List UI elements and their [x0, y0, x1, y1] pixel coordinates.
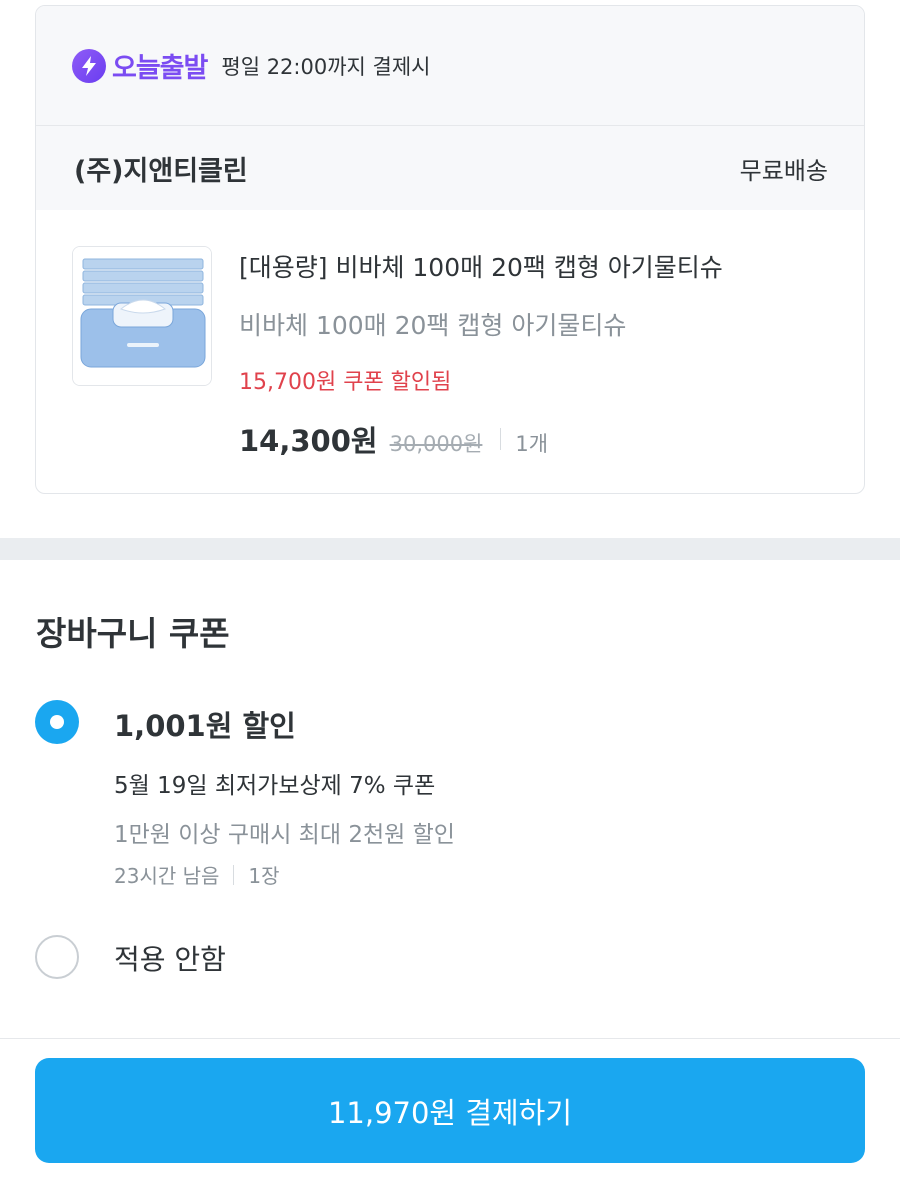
coupon-radio-selected[interactable] — [35, 700, 79, 744]
product-thumbnail[interactable] — [72, 246, 212, 386]
product-item[interactable]: [대용량] 비바체 100매 20팩 캡형 아기물티슈 비바체 100매 20팩… — [36, 210, 864, 493]
coupon-count: 1장 — [248, 864, 280, 888]
product-option: 비바체 100매 20팩 캡형 아기물티슈 — [239, 311, 627, 340]
coupon-time-left: 23시간 남음 — [114, 864, 220, 888]
coupon-name: 5월 19일 최저가보상제 7% 쿠폰 — [114, 773, 436, 799]
section-divider — [0, 538, 900, 560]
sale-price: 14,300원 — [239, 424, 378, 458]
price-row: 14,300원 30,000원 1개 — [239, 418, 548, 460]
delivery-note: 평일 22:00까지 결제시 — [221, 54, 431, 79]
divider — [233, 864, 235, 885]
coupon-meta: 23시간 남음 1장 — [114, 860, 280, 889]
seller-name: (주)지앤티클린 — [74, 155, 248, 187]
quantity: 1개 — [515, 432, 549, 456]
order-card: 오늘출발 평일 22:00까지 결제시 (주)지앤티클린 무료배송 [대용량] … — [35, 5, 865, 494]
coupon-discount-note: 15,700원 쿠폰 할인됨 — [239, 370, 452, 395]
bottom-divider — [0, 1038, 900, 1039]
shipping-fee: 무료배송 — [739, 156, 828, 185]
delivery-brand: 오늘출발 — [112, 53, 208, 84]
delivery-info: 오늘출발 평일 22:00까지 결제시 — [36, 6, 864, 126]
coupon-discount-amount[interactable]: 1,001원 할인 — [114, 703, 296, 745]
original-price: 30,000원 — [389, 432, 483, 456]
divider — [500, 428, 502, 450]
coupon-section-title: 장바구니 쿠폰 — [36, 614, 230, 653]
no-coupon-label[interactable]: 적용 안함 — [114, 938, 226, 978]
product-title[interactable]: [대용량] 비바체 100매 20팩 캡형 아기물티슈 — [239, 248, 723, 284]
no-coupon-radio[interactable] — [35, 935, 79, 979]
pay-button[interactable]: 11,970원 결제하기 — [35, 1058, 865, 1163]
checkout-page: 오늘출발 평일 22:00까지 결제시 (주)지앤티클린 무료배송 [대용량] … — [0, 0, 900, 1181]
lightning-icon — [72, 48, 106, 83]
coupon-condition: 1만원 이상 구매시 최대 2천원 할인 — [114, 822, 455, 848]
seller-row: (주)지앤티클린 무료배송 — [36, 126, 864, 210]
